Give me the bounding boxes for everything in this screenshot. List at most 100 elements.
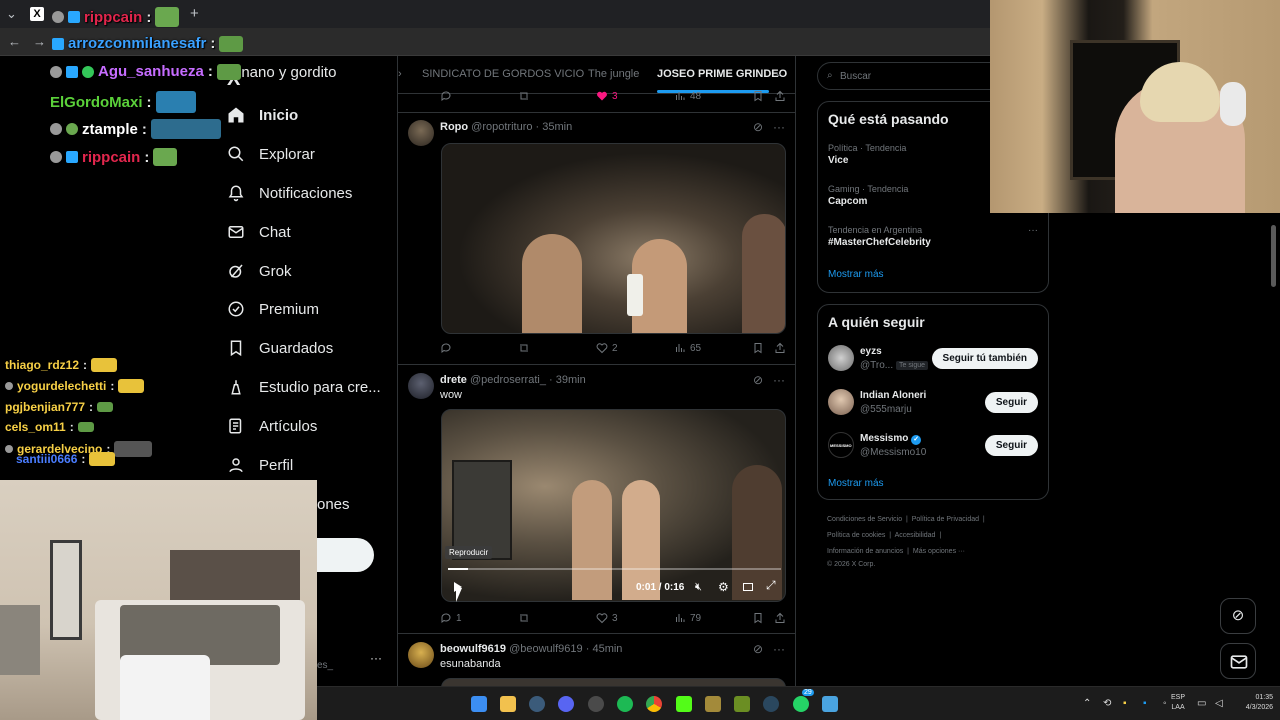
nav-guardados[interactable]: Guardados: [227, 339, 333, 357]
tab-list-icon[interactable]: ⌄: [6, 6, 17, 22]
follow-name[interactable]: eyzs: [860, 346, 882, 357]
nav-chat[interactable]: Chat: [227, 223, 291, 241]
mute-icon[interactable]: 🔇︎: [695, 581, 702, 594]
footer-link[interactable]: Política de Privacidad: [912, 516, 979, 523]
more-icon[interactable]: ···: [1028, 225, 1038, 236]
x-tab-favicon[interactable]: X: [30, 7, 44, 21]
avatar[interactable]: [828, 345, 854, 371]
more-icon[interactable]: ···: [773, 642, 785, 656]
show-more-trends[interactable]: Mostrar más: [828, 269, 884, 280]
views-button[interactable]: 48: [674, 90, 701, 102]
post-time[interactable]: 35min: [542, 121, 572, 133]
volume-icon[interactable]: ◁: [1215, 698, 1223, 709]
settings-icon[interactable]: ⚙: [718, 580, 729, 594]
follow-back-button[interactable]: Seguir tú también: [931, 348, 1038, 369]
page-scrollbar[interactable]: [1271, 225, 1276, 287]
reply-button[interactable]: [440, 342, 456, 354]
avatar[interactable]: [408, 642, 434, 668]
grok-icon[interactable]: ⊘: [753, 642, 763, 656]
language-indicator[interactable]: ESP LAA: [1171, 693, 1185, 713]
views-button[interactable]: 65: [674, 342, 701, 354]
show-more-follows[interactable]: Mostrar más: [828, 478, 884, 489]
account-more-icon[interactable]: ···: [370, 651, 382, 665]
follow-button[interactable]: Seguir: [984, 435, 1038, 456]
avatar[interactable]: [408, 120, 434, 146]
author-handle[interactable]: @beowulf9619: [509, 643, 583, 655]
video-player[interactable]: Reproducir 0:01 / 0:16 🔇︎ ⚙ ⤢: [441, 409, 786, 602]
nav-estudio[interactable]: Estudio para cre...: [227, 378, 381, 396]
post-video-thumbnail[interactable]: [441, 143, 786, 334]
nav-more-options[interactable]: ones: [317, 496, 350, 513]
more-icon[interactable]: ···: [773, 120, 785, 134]
tab-the-jungle[interactable]: The jungle: [588, 68, 639, 80]
footer-link[interactable]: Accesibilidad: [895, 532, 936, 539]
follow-name[interactable]: Messismo ✓: [860, 433, 922, 445]
more-icon[interactable]: ···: [773, 373, 785, 387]
nav-premium[interactable]: Premium: [227, 300, 319, 318]
clock[interactable]: 01:35 4/3/2026: [1235, 693, 1273, 713]
tab-sindicato[interactable]: SINDICATO DE GORDOS VICIO: [422, 68, 584, 80]
like-button[interactable]: 2: [596, 342, 618, 354]
chat-username[interactable]: rippcain: [82, 149, 140, 166]
like-button[interactable]: 3: [596, 90, 618, 102]
bookmark-button[interactable]: [752, 342, 764, 354]
author-name[interactable]: beowulf9619: [440, 643, 506, 655]
post-media[interactable]: [441, 678, 786, 686]
grok-floating-button[interactable]: ⊘: [1220, 598, 1256, 634]
network-icon[interactable]: ▭: [1197, 698, 1206, 709]
tray-app-icon[interactable]: ⟲: [1103, 698, 1111, 709]
chat-username[interactable]: pgjbenjian777: [5, 400, 85, 414]
chat-username[interactable]: Agu_sanhueza: [98, 63, 204, 80]
bookmark-button[interactable]: [752, 612, 764, 624]
file-explorer-icon[interactable]: [500, 696, 516, 712]
pip-icon[interactable]: [743, 583, 753, 591]
tabs-scroll-left[interactable]: ›: [398, 68, 402, 80]
chat-username[interactable]: ztample: [82, 121, 138, 138]
share-button[interactable]: [774, 342, 786, 354]
like-button[interactable]: 3: [596, 612, 618, 624]
kick-icon[interactable]: [676, 696, 692, 712]
microphone-icon[interactable]: ◦: [1163, 698, 1167, 709]
discord-icon[interactable]: [558, 696, 574, 712]
avatar[interactable]: [408, 373, 434, 399]
windows-start-icon[interactable]: [471, 696, 487, 712]
messages-floating-button[interactable]: [1220, 643, 1256, 679]
grok-icon[interactable]: ⊘: [753, 373, 763, 387]
share-button[interactable]: [774, 90, 786, 102]
nav-perfil[interactable]: Perfil: [227, 456, 293, 474]
steam-icon[interactable]: [529, 696, 545, 712]
author-name[interactable]: drete: [440, 374, 467, 386]
whatsapp-icon[interactable]: 29: [793, 689, 814, 712]
video-progress-track[interactable]: [448, 568, 781, 570]
back-button[interactable]: ←: [8, 34, 21, 50]
chat-username[interactable]: santiii0666: [16, 452, 77, 466]
avatar[interactable]: MESSISMO: [828, 432, 854, 458]
post-time[interactable]: 39min: [556, 374, 586, 386]
tab-joseo[interactable]: JOSEO PRIME GRINDEO: [657, 68, 787, 80]
app-icon[interactable]: [705, 696, 721, 712]
post-time[interactable]: 45min: [592, 643, 622, 655]
tray-app-icon[interactable]: ▪: [1143, 698, 1147, 709]
obs-icon[interactable]: [588, 696, 604, 712]
footer-link[interactable]: Condiciones de Servicio: [827, 516, 902, 523]
nav-inicio[interactable]: Inicio: [227, 106, 298, 124]
fullscreen-icon[interactable]: ⤢: [766, 578, 776, 593]
chevron-down-icon[interactable]: ⌄: [774, 66, 783, 79]
bookmark-button[interactable]: [752, 90, 764, 102]
footer-link[interactable]: Información de anuncios: [827, 548, 903, 555]
repost-button[interactable]: [518, 612, 534, 624]
avatar[interactable]: [828, 389, 854, 415]
grok-icon[interactable]: ⊘: [753, 120, 763, 134]
views-button[interactable]: 79: [674, 612, 701, 624]
repost-button[interactable]: [518, 342, 534, 354]
new-tab-button[interactable]: +: [190, 6, 199, 22]
footer-link[interactable]: Política de cookies: [827, 532, 885, 539]
chat-username[interactable]: cels_om11: [5, 420, 66, 434]
chat-username[interactable]: rippcain: [84, 9, 142, 26]
author-name[interactable]: Ropo: [440, 121, 468, 133]
chat-username[interactable]: arrozconmilanesafr: [68, 35, 206, 52]
reply-button[interactable]: 1: [440, 612, 462, 624]
footer-link[interactable]: Más opciones ···: [913, 548, 965, 555]
nav-notificaciones[interactable]: Notificaciones: [227, 184, 352, 202]
chat-username[interactable]: yogurdelechetti: [17, 379, 106, 393]
